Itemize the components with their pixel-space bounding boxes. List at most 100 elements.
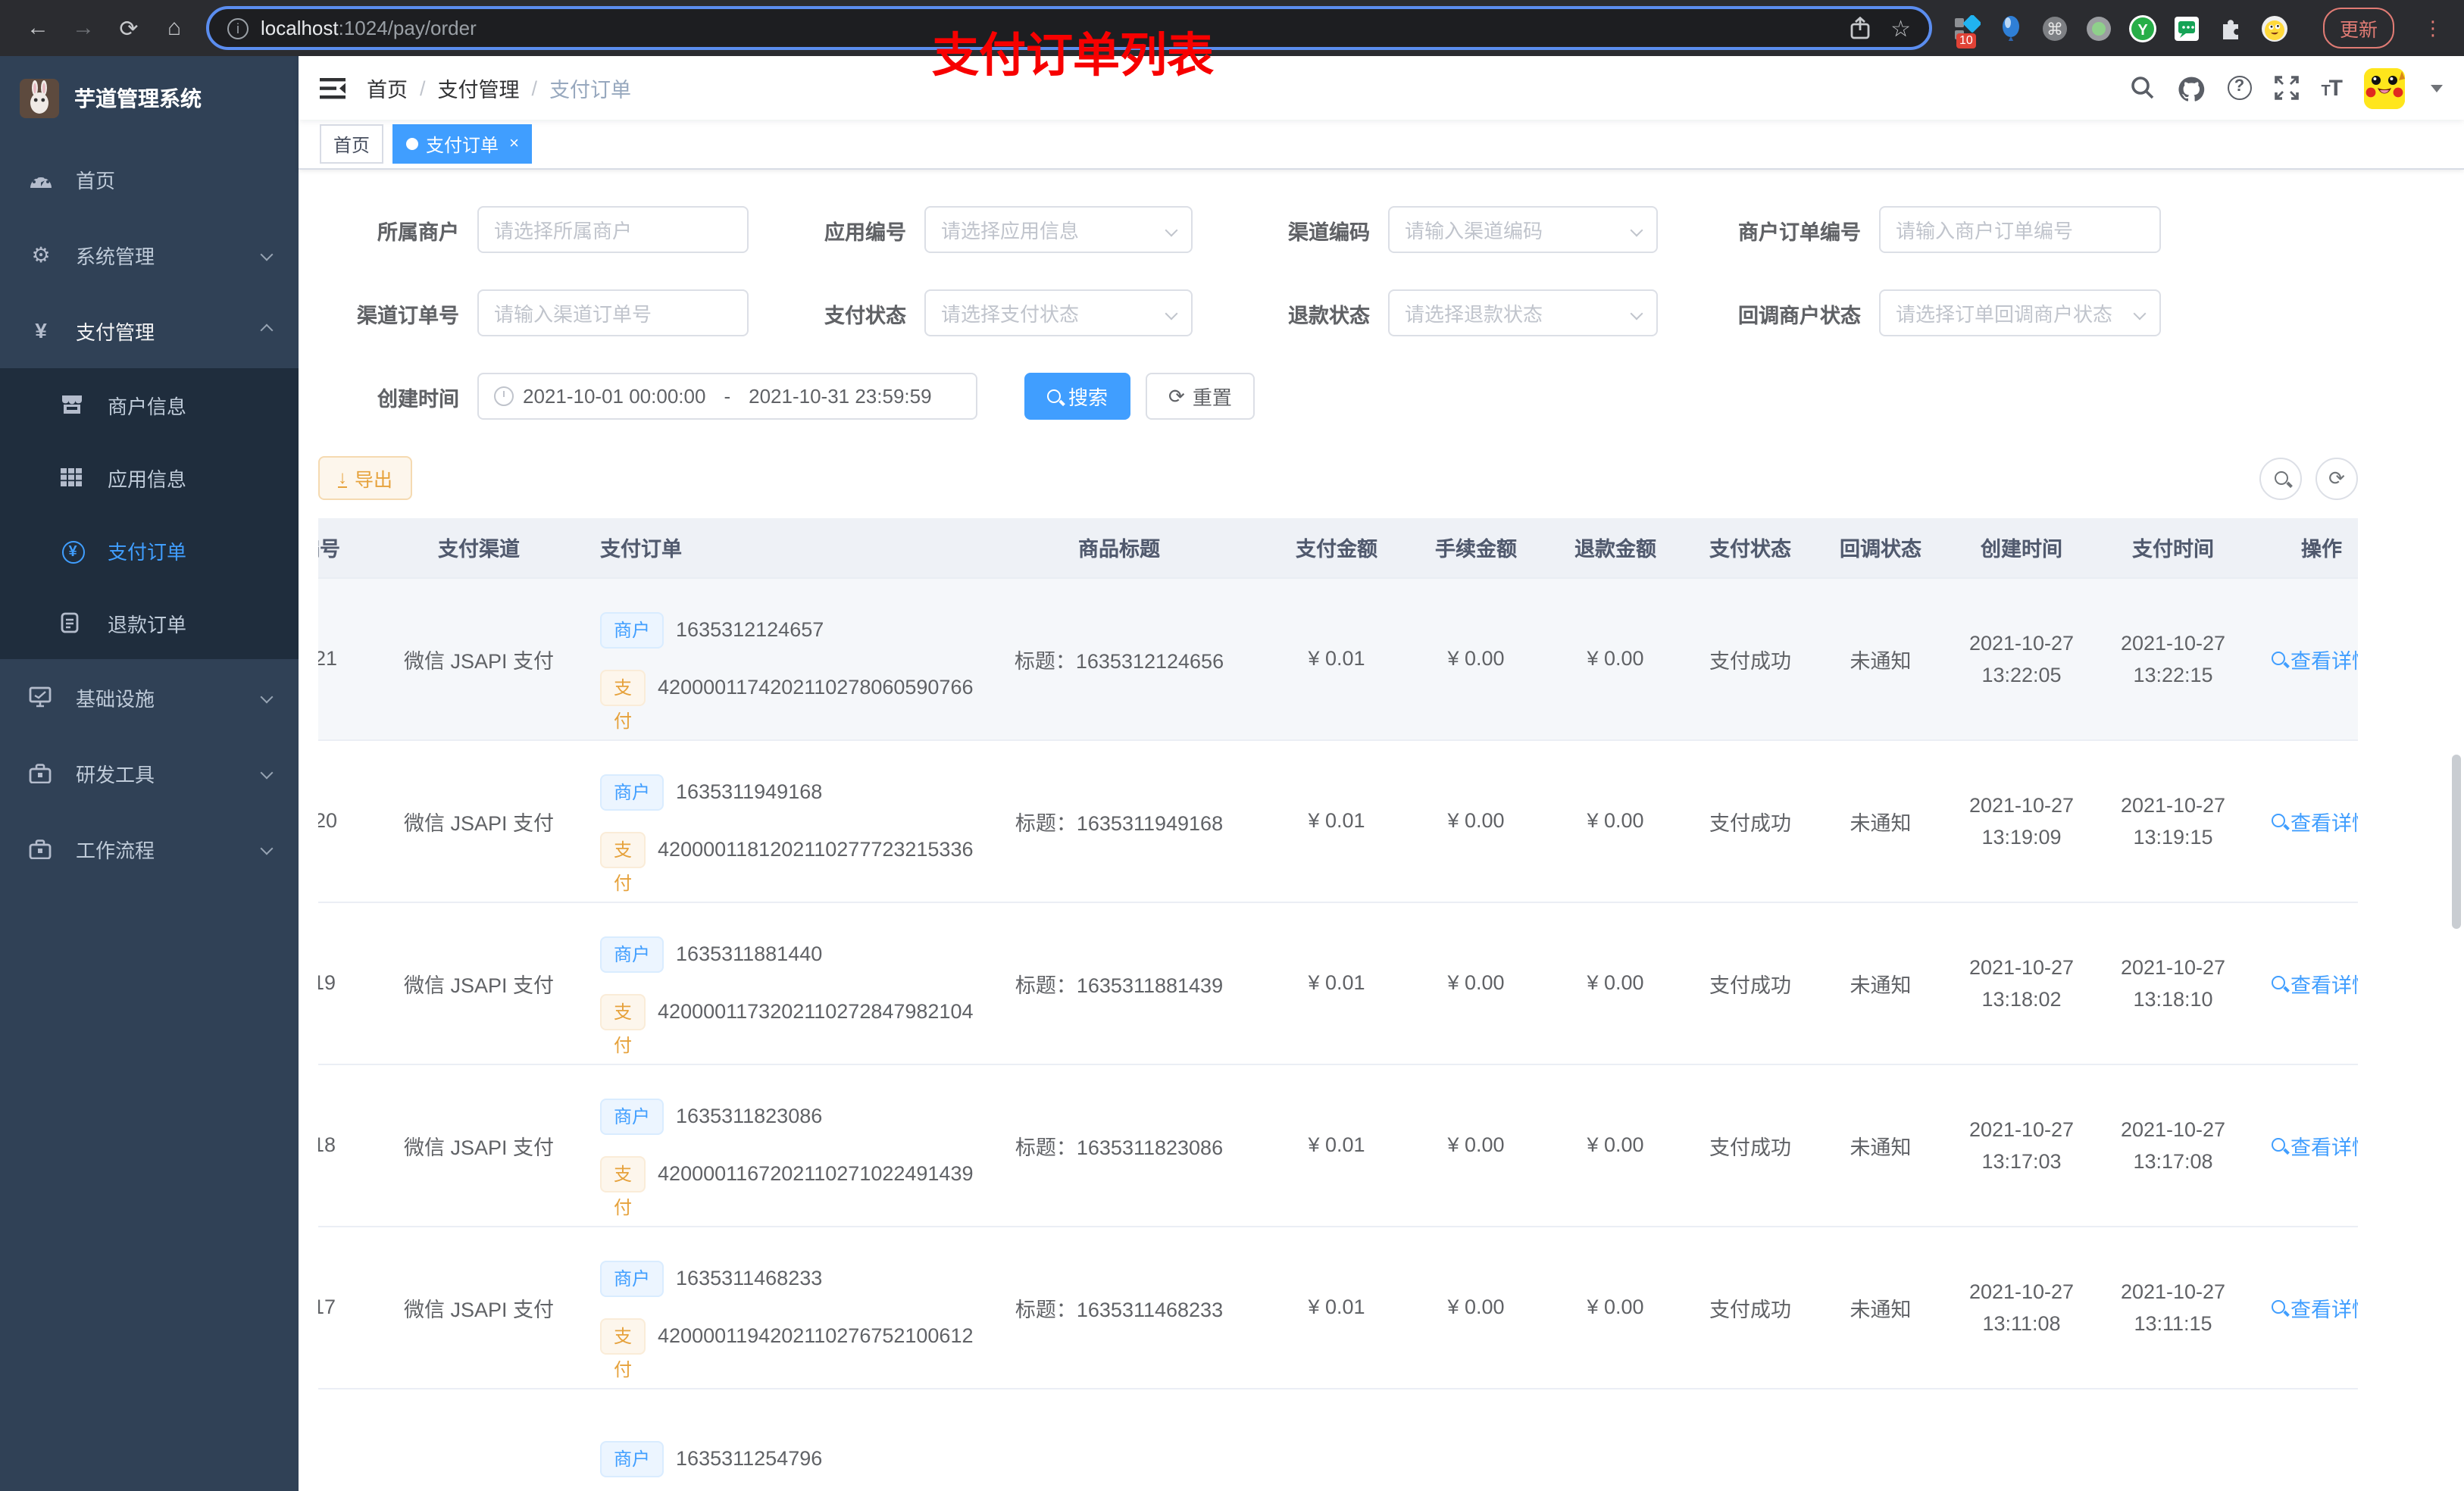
svg-text:Y: Y (2137, 21, 2148, 38)
sidebar-toggle-icon[interactable] (320, 77, 346, 99)
extension-grid-icon[interactable]: 10 (1953, 14, 1981, 48)
field-label: 渠道编码 (1288, 220, 1370, 243)
sidebar-item-app-info[interactable]: 应用信息 (0, 441, 299, 514)
pay-order-line: 支付 4200001167202110271022491439 (600, 1155, 974, 1217)
table-row[interactable]: 120 微信 JSAPI 支付 商户 1635311949168 支付 4200… (318, 739, 2358, 902)
view-detail-link[interactable]: 查看详情 (2271, 643, 2358, 674)
toggle-search-button[interactable] (2259, 457, 2302, 499)
field-label: 应用编号 (824, 220, 906, 243)
pay-status-select[interactable]: 请选择支付状态 (924, 289, 1193, 336)
table-row[interactable]: 119 微信 JSAPI 支付 商户 1635311881440 支付 4200… (318, 902, 2358, 1064)
amount-cell: ¥ 0.01 (1267, 577, 1406, 740)
breadcrumb-home[interactable]: 首页 (367, 73, 408, 103)
sidebar-item-home[interactable]: 首页 (0, 141, 299, 217)
sidebar-item-label: 退款订单 (108, 613, 187, 636)
user-avatar[interactable] (2364, 67, 2405, 108)
navbar: 首页 / 支付管理 / 支付订单 ? TT (299, 56, 2464, 120)
extensions-puzzle-icon[interactable] (2217, 14, 2244, 42)
refund-status-select[interactable]: 请选择退款状态 (1388, 289, 1658, 336)
chrome-menu-icon[interactable]: ⋮ (2423, 16, 2443, 40)
font-size-icon[interactable]: TT (2321, 75, 2343, 101)
app-select[interactable]: 请选择应用信息 (924, 206, 1193, 253)
site-info-icon[interactable]: i (227, 17, 249, 39)
breadcrumb-pay[interactable]: 支付管理 (438, 73, 520, 103)
search-icon[interactable] (2130, 76, 2154, 100)
table-row[interactable]: 118 微信 JSAPI 支付 商户 1635311823086 支付 4200… (318, 1064, 2358, 1227)
create-time-cell: 2021-10-27 13:17:03 (1946, 1064, 2097, 1227)
reload-icon[interactable]: ⟳ (106, 14, 152, 42)
chevron-down-icon (2133, 306, 2147, 320)
sidebar-item-infra[interactable]: 基础设施 (0, 659, 299, 735)
payment-submenu: 商户信息 应用信息 ¥ 支付订单 退款订单 (0, 368, 299, 659)
notify-status-select[interactable]: 请选择订单回调商户状态 (1879, 289, 2161, 336)
refund-cell: ¥ 0.00 (1546, 739, 1685, 902)
forward-icon[interactable]: → (61, 15, 106, 41)
pay-channel-cell: 微信 JSAPI 支付 (373, 577, 585, 740)
profile-avatar-icon[interactable] (2261, 14, 2288, 42)
extension-balloon-icon[interactable] (1997, 14, 2025, 42)
date-end[interactable]: 2021-10-31 23:59:59 (749, 385, 931, 408)
pay-order-line: 支付 4200001181202110277723215336 (600, 831, 974, 893)
table-row[interactable]: 商户 1635311254796 支付 (318, 1388, 2358, 1491)
table-row[interactable]: 121 微信 JSAPI 支付 商户 1635312124657 支付 4200… (318, 577, 2358, 740)
sidebar-item-workflow[interactable]: 工作流程 (0, 811, 299, 886)
view-detail-link[interactable]: 查看详情 (2271, 1292, 2358, 1322)
table-row[interactable]: 117 微信 JSAPI 支付 商户 1635311468233 支付 4200… (318, 1226, 2358, 1389)
create-time-cell: 2021-10-27 13:22:05 (1946, 577, 2097, 740)
date-start[interactable]: 2021-10-01 00:00:00 (523, 385, 705, 408)
view-detail-link[interactable]: 查看详情 (2271, 1130, 2358, 1160)
merchant-order-no-input[interactable]: 请输入商户订单编号 (1879, 206, 2161, 253)
bookmark-star-icon[interactable]: ☆ (1890, 14, 1911, 42)
reset-button[interactable]: ⟳ 重置 (1146, 373, 1255, 420)
sidebar-item-payment[interactable]: ¥ 支付管理 (0, 292, 299, 368)
avatar-dropdown-icon[interactable] (2431, 84, 2443, 92)
close-icon[interactable]: × (509, 135, 519, 153)
view-detail-link[interactable]: 查看详情 (2271, 967, 2358, 998)
sidebar-item-pay-order[interactable]: ¥ 支付订单 (0, 514, 299, 586)
github-icon[interactable] (2177, 75, 2204, 101)
channel-code-select[interactable]: 请输入渠道编码 (1388, 206, 1658, 253)
date-range-picker[interactable]: 2021-10-01 00:00:00 - 2021-10-31 23:59:5… (477, 373, 977, 420)
search-button[interactable]: 搜索 (1024, 373, 1131, 420)
sidebar-item-dev-tools[interactable]: 研发工具 (0, 735, 299, 811)
sidebar-item-label: 首页 (76, 169, 116, 192)
order-id-cell: 117 (318, 1226, 373, 1389)
notify-status-cell: 未通知 (1815, 577, 1946, 740)
status-cell: 支付成功 (1685, 1226, 1815, 1389)
extension-record-icon[interactable] (2085, 14, 2112, 42)
order-no-cell: 商户 1635312124657 支付 42000011742021102780… (585, 577, 974, 740)
action-cell: 查看详情 (2249, 1064, 2358, 1227)
export-button[interactable]: ↓ 导出 (318, 456, 413, 500)
tag-home[interactable]: 首页 (320, 124, 384, 164)
chrome-update-button[interactable]: 更新 (2322, 8, 2394, 48)
sidebar-item-refund-order[interactable]: 退款订单 (0, 586, 299, 659)
status-cell: 支付成功 (1685, 577, 1815, 740)
order-no-cell: 商户 1635311949168 支付 42000011812021102777… (585, 739, 974, 902)
app-logo-row[interactable]: 芋道管理系统 (0, 56, 299, 141)
share-icon[interactable] (1850, 17, 1869, 39)
page-scrollbar[interactable] (2452, 755, 2461, 929)
extension-chat-icon[interactable] (2173, 14, 2200, 42)
sidebar-item-system[interactable]: ⚙ 系统管理 (0, 217, 299, 292)
orders-table-wrapper[interactable]: 编号支付渠道支付订单商品标题支付金额手续金额退款金额支付状态回调状态创建时间支付… (318, 518, 2358, 1491)
home-icon[interactable]: ⌂ (152, 15, 197, 41)
field-label: 回调商户状态 (1738, 304, 1861, 327)
order-no-cell: 商户 1635311254796 支付 (585, 1388, 971, 1491)
view-detail-link[interactable]: 查看详情 (2271, 805, 2358, 836)
sidebar-item-merchant-info[interactable]: 商户信息 (0, 368, 299, 441)
extension-y-icon[interactable]: Y (2128, 14, 2156, 42)
refresh-table-button[interactable]: ⟳ (2315, 457, 2358, 499)
field-notify-status: 回调商户状态 请选择订单回调商户状态 (1682, 289, 2161, 336)
channel-order-no-input[interactable]: 请输入渠道订单号 (477, 289, 749, 336)
extension-command-icon[interactable]: ⌘ (2041, 14, 2068, 42)
pay-tag: 支付 (600, 1318, 646, 1380)
back-icon[interactable]: ← (15, 15, 61, 41)
help-icon[interactable]: ? (2227, 76, 2252, 100)
toolbox-icon (29, 763, 53, 783)
merchant-order-line: 商户 1635311254796 (600, 1440, 822, 1477)
merchant-input[interactable]: 请选择所属商户 (477, 206, 749, 253)
merchant-tag: 商户 (600, 1098, 664, 1134)
tag-pay-order[interactable]: 支付订单 × (392, 124, 533, 164)
order-id-cell: 118 (318, 1064, 373, 1227)
fullscreen-icon[interactable] (2274, 76, 2299, 100)
